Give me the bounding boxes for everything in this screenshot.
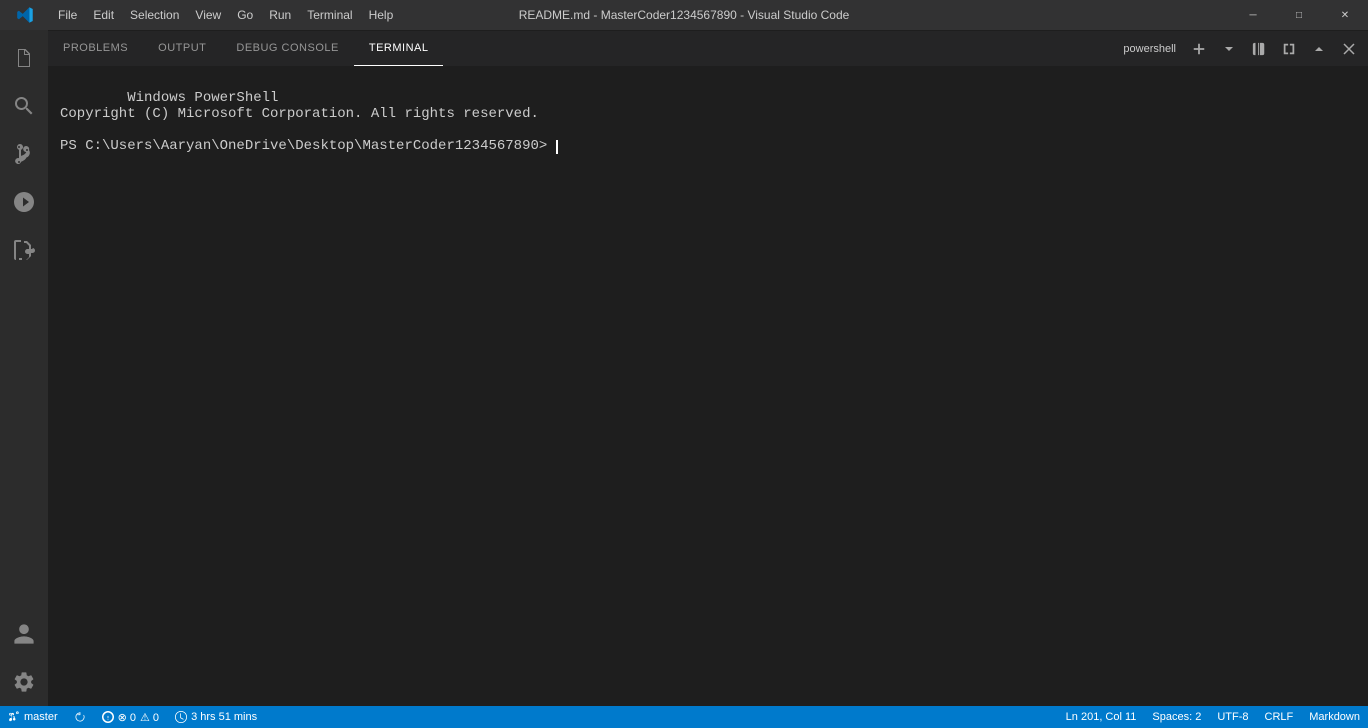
status-spaces[interactable]: Spaces: 2 (1144, 706, 1209, 728)
app-body: PROBLEMS OUTPUT DEBUG CONSOLE TERMINAL p… (0, 30, 1368, 706)
settings-icon[interactable] (0, 658, 48, 706)
panel: PROBLEMS OUTPUT DEBUG CONSOLE TERMINAL p… (48, 30, 1368, 706)
terminal-prompt: PS C:\Users\Aaryan\OneDrive\Desktop\Mast… (60, 138, 556, 154)
kill-terminal-button[interactable] (1276, 36, 1302, 62)
line-ending-label: CRLF (1265, 711, 1294, 723)
status-time[interactable]: 3 hrs 51 mins (167, 706, 265, 728)
menu-view[interactable]: View (187, 0, 229, 30)
status-line-ending[interactable]: CRLF (1257, 706, 1302, 728)
menu-edit[interactable]: Edit (85, 0, 122, 30)
error-count: ⊗ 0 (118, 711, 136, 724)
menu-selection[interactable]: Selection (122, 0, 187, 30)
account-icon[interactable] (0, 610, 48, 658)
status-right: Ln 201, Col 11 Spaces: 2 UTF-8 CRLF Mark… (1058, 706, 1368, 728)
cursor-position: Ln 201, Col 11 (1066, 711, 1137, 723)
menu-help[interactable]: Help (361, 0, 402, 30)
encoding-label: UTF-8 (1217, 711, 1248, 723)
terminal-body[interactable]: Windows PowerShell Copyright (C) Microso… (48, 66, 1368, 706)
source-control-icon[interactable] (0, 130, 48, 178)
maximize-panel-button[interactable] (1306, 36, 1332, 62)
menu-bar: File Edit Selection View Go Run Terminal… (50, 0, 1230, 30)
menu-file[interactable]: File (50, 0, 85, 30)
menu-go[interactable]: Go (229, 0, 261, 30)
warning-count: ⚠ 0 (140, 711, 159, 724)
status-position[interactable]: Ln 201, Col 11 (1058, 706, 1145, 728)
minimize-button[interactable]: ─ (1230, 0, 1276, 30)
title-bar: File Edit Selection View Go Run Terminal… (0, 0, 1368, 30)
status-sync[interactable] (66, 706, 94, 728)
terminal-cursor (556, 140, 558, 154)
terminal-line2: Copyright (C) Microsoft Corporation. All… (60, 106, 539, 122)
status-bar: master ⊗ 0 ⚠ 0 3 hrs 51 mins Ln 201, Col… (0, 706, 1368, 728)
menu-terminal[interactable]: Terminal (299, 0, 360, 30)
status-branch[interactable]: master (0, 706, 66, 728)
branch-name: master (24, 711, 58, 723)
status-language[interactable]: Markdown (1301, 706, 1368, 728)
status-errors[interactable]: ⊗ 0 ⚠ 0 (94, 706, 167, 728)
window-controls: ─ □ ✕ (1230, 0, 1368, 30)
extensions-icon[interactable] (0, 226, 48, 274)
tab-problems[interactable]: PROBLEMS (48, 31, 143, 66)
panel-header: PROBLEMS OUTPUT DEBUG CONSOLE TERMINAL p… (48, 30, 1368, 66)
main-content: PROBLEMS OUTPUT DEBUG CONSOLE TERMINAL p… (48, 30, 1368, 706)
maximize-button[interactable]: □ (1276, 0, 1322, 30)
activity-bar (0, 30, 48, 706)
status-left: master ⊗ 0 ⚠ 0 3 hrs 51 mins (0, 706, 265, 728)
spaces-label: Spaces: 2 (1152, 711, 1201, 723)
time-display: 3 hrs 51 mins (191, 711, 257, 723)
terminal-line1: Windows PowerShell (127, 90, 278, 106)
close-panel-button[interactable] (1336, 36, 1362, 62)
status-encoding[interactable]: UTF-8 (1209, 706, 1256, 728)
split-terminal-button[interactable] (1246, 36, 1272, 62)
terminal-label: powershell (1117, 43, 1182, 55)
close-button[interactable]: ✕ (1322, 0, 1368, 30)
tab-terminal[interactable]: TERMINAL (354, 31, 444, 66)
tab-debug-console[interactable]: DEBUG CONSOLE (221, 31, 353, 66)
menu-run[interactable]: Run (261, 0, 299, 30)
vscode-icon (0, 6, 50, 24)
terminal-dropdown-button[interactable] (1216, 36, 1242, 62)
tab-output[interactable]: OUTPUT (143, 31, 221, 66)
run-debug-icon[interactable] (0, 178, 48, 226)
search-icon[interactable] (0, 82, 48, 130)
language-label: Markdown (1309, 711, 1360, 723)
new-terminal-button[interactable] (1186, 36, 1212, 62)
explorer-icon[interactable] (0, 34, 48, 82)
